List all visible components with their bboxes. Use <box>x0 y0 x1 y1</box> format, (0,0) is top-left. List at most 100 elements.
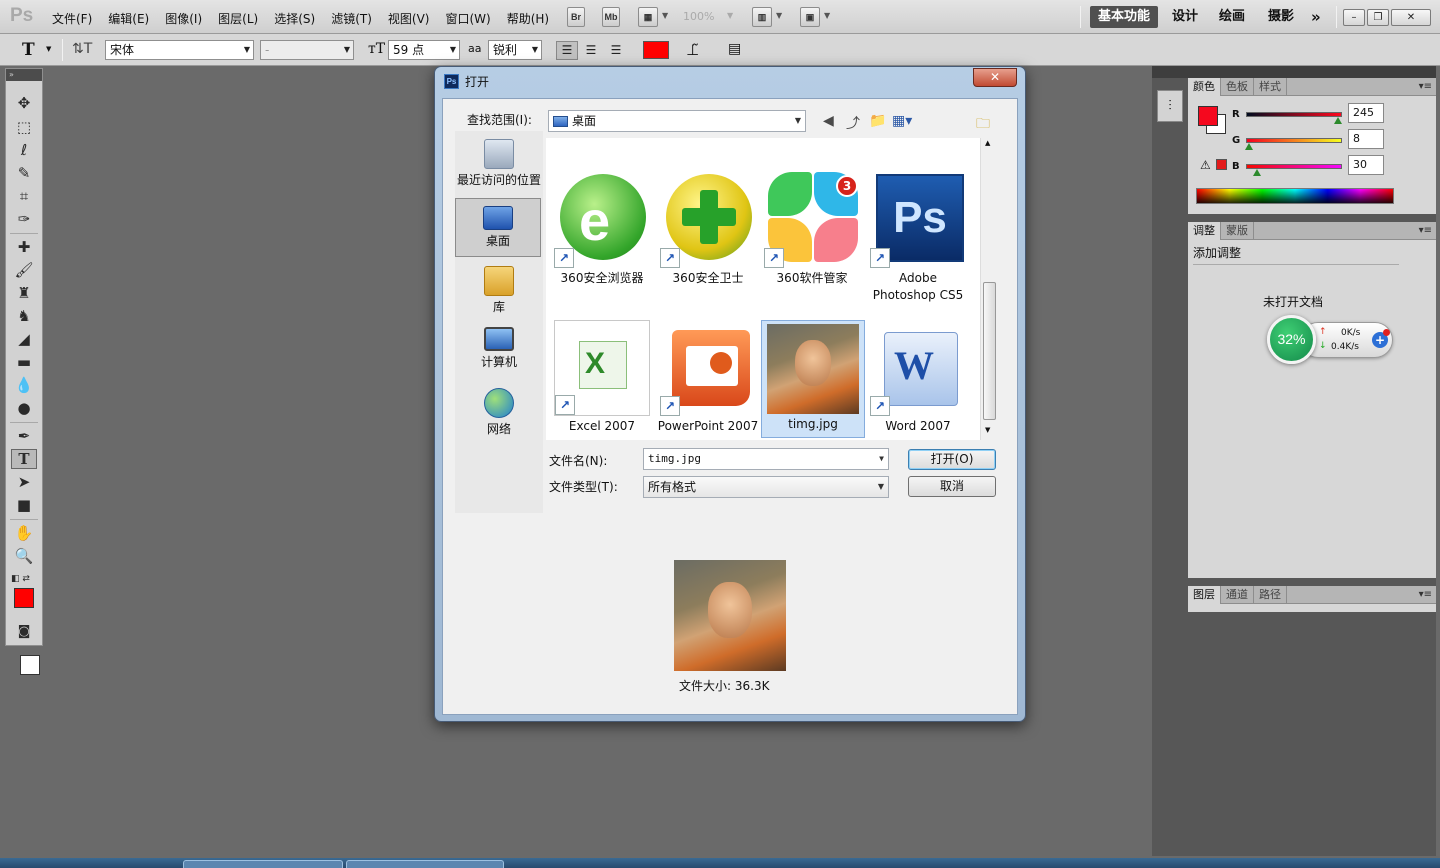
filename-input[interactable]: timg.jpg ▼ <box>643 448 889 470</box>
font-family-select[interactable]: 宋体 ▼ <box>105 40 254 60</box>
menu-filter[interactable]: 滤镜(T) <box>331 10 372 27</box>
default-colors-icon[interactable]: ◧ ⇄ <box>11 569 37 589</box>
workspace-essentials[interactable]: 基本功能 <box>1090 6 1159 28</box>
tab-masks[interactable]: 蒙版 <box>1221 222 1254 240</box>
menu-window[interactable]: 窗口(W) <box>445 10 490 27</box>
workspace-design[interactable]: 设计 <box>1172 6 1198 28</box>
background-color-swatch[interactable] <box>20 655 40 675</box>
panel-menu-icon[interactable]: ▾≡ <box>1419 586 1432 604</box>
arrange-documents-icon[interactable]: ▥ <box>752 7 772 27</box>
tab-paths[interactable]: 路径 <box>1254 586 1287 604</box>
tab-channels[interactable]: 通道 <box>1221 586 1254 604</box>
view-menu-icon[interactable]: ▦▾ <box>892 113 912 129</box>
chevron-down-icon[interactable]: ▼ <box>662 11 668 20</box>
zoom-level[interactable]: 100% <box>683 10 714 23</box>
out-of-gamut-warning-icon[interactable]: ⚠ <box>1200 158 1211 172</box>
green-slider-thumb[interactable] <box>1245 143 1253 150</box>
cancel-button[interactable]: 取消 <box>908 476 996 497</box>
toolbox-header[interactable]: » <box>6 69 42 81</box>
close-icon[interactable]: ✕ <box>1391 9 1431 26</box>
text-color-swatch[interactable] <box>643 41 669 59</box>
close-button[interactable]: ✕ <box>973 68 1017 87</box>
panel-dock-header[interactable] <box>1188 66 1436 78</box>
type-tool-icon[interactable]: T <box>22 40 35 60</box>
align-right-icon[interactable]: ☰ <box>605 41 627 60</box>
red-value-input[interactable]: 245 <box>1348 103 1384 123</box>
red-slider-thumb[interactable] <box>1334 117 1343 124</box>
brush-tool-icon[interactable]: 🖌 <box>11 260 37 280</box>
restore-icon[interactable]: ❐ <box>1367 9 1389 26</box>
file-item[interactable]: X ↗ Excel 2007 <box>550 320 654 435</box>
file-item[interactable]: ↗ PowerPoint 2007 <box>656 320 760 435</box>
panel-menu-icon[interactable]: ▾≡ <box>1419 222 1432 240</box>
warp-text-icon[interactable]: ⊥̃ <box>686 41 699 59</box>
more-workspaces-icon[interactable]: » <box>1311 6 1321 28</box>
green-value-input[interactable]: 8 <box>1348 129 1384 149</box>
bridge-folder-icon[interactable]: 🗀 <box>976 113 990 137</box>
minimize-icon[interactable]: – <box>1343 9 1365 26</box>
healing-brush-tool-icon[interactable]: ✚ <box>11 237 37 257</box>
scroll-up-icon[interactable]: ▲ <box>985 139 990 147</box>
text-orientation-icon[interactable]: ⇅T <box>72 41 92 57</box>
hand-tool-icon[interactable]: ✋ <box>11 523 37 543</box>
tab-styles[interactable]: 样式 <box>1254 78 1287 96</box>
tab-adjustments[interactable]: 调整 <box>1188 222 1221 240</box>
file-item[interactable]: e ↗ 360安全浏览器 <box>550 172 654 287</box>
foreground-color-swatch[interactable] <box>14 588 34 608</box>
font-size-select[interactable]: 59 点 ▼ <box>388 40 460 60</box>
file-item[interactable]: W ↗ Word 2007 <box>866 320 970 435</box>
pen-tool-icon[interactable]: ✒ <box>11 426 37 446</box>
gradient-tool-icon[interactable]: ▬ <box>11 352 37 372</box>
file-item[interactable]: timg.jpg <box>761 320 865 438</box>
chevron-down-icon[interactable]: ▼ <box>776 11 782 20</box>
history-brush-tool-icon[interactable]: ♞ <box>11 306 37 326</box>
lasso-tool-icon[interactable]: ℓ <box>11 140 37 160</box>
file-item[interactable]: Ps ↗ Adobe Photoshop CS5 <box>866 172 970 304</box>
type-tool-icon[interactable]: T <box>11 449 37 469</box>
color-foreground-swatch[interactable] <box>1198 106 1218 126</box>
place-desktop[interactable]: 桌面 <box>455 198 541 257</box>
place-network[interactable]: 网络 <box>456 388 542 437</box>
scroll-down-icon[interactable]: ▼ <box>985 426 990 434</box>
blur-tool-icon[interactable]: 💧 <box>11 375 37 395</box>
path-selection-tool-icon[interactable]: ➤ <box>11 472 37 492</box>
tab-color[interactable]: 颜色 <box>1188 78 1221 96</box>
taskbar-item[interactable] <box>183 860 343 868</box>
tab-layers[interactable]: 图层 <box>1188 586 1221 604</box>
align-center-icon[interactable]: ☰ <box>580 41 602 60</box>
menu-file[interactable]: 文件(F) <box>52 10 92 27</box>
menu-edit[interactable]: 编辑(E) <box>108 10 149 27</box>
workspace-painting[interactable]: 绘画 <box>1219 6 1245 28</box>
character-panel-icon[interactable]: ▤ <box>728 41 741 57</box>
menu-help[interactable]: 帮助(H) <box>507 10 549 27</box>
menu-image[interactable]: 图像(I) <box>165 10 202 27</box>
up-folder-icon[interactable]: ⤴ <box>846 113 860 133</box>
place-computer[interactable]: 计算机 <box>456 327 542 370</box>
place-library[interactable]: 库 <box>456 266 542 315</box>
red-slider[interactable] <box>1246 112 1342 117</box>
font-style-select[interactable]: - ▼ <box>260 40 354 60</box>
eraser-tool-icon[interactable]: ◢ <box>11 329 37 349</box>
file-item[interactable]: ↗ 360安全卫士 <box>656 172 760 287</box>
blue-value-input[interactable]: 30 <box>1348 155 1384 175</box>
menu-layer[interactable]: 图层(L) <box>218 10 258 27</box>
dodge-tool-icon[interactable]: ● <box>11 398 37 418</box>
gamut-color-swatch[interactable] <box>1216 159 1227 170</box>
color-spectrum-ramp[interactable] <box>1196 188 1394 204</box>
marquee-tool-icon[interactable]: ⬚ <box>11 117 37 137</box>
file-list-scrollbar[interactable]: ▲ ▼ <box>980 138 997 440</box>
zoom-tool-icon[interactable]: 🔍 <box>11 546 37 566</box>
chevron-down-icon[interactable]: ▼ <box>824 11 830 20</box>
align-left-icon[interactable]: ☰ <box>556 41 578 60</box>
strip-header[interactable] <box>1152 66 1188 78</box>
back-icon[interactable]: ◀ <box>823 113 834 129</box>
quick-select-tool-icon[interactable]: ✎ <box>11 163 37 183</box>
blue-slider-thumb[interactable] <box>1253 169 1262 176</box>
history-panel-icon[interactable]: ⫶ <box>1157 90 1183 122</box>
tab-swatches[interactable]: 色板 <box>1221 78 1254 96</box>
crop-tool-icon[interactable]: ⌗ <box>11 186 37 206</box>
antialias-select[interactable]: 锐利 ▼ <box>488 40 542 60</box>
eyedropper-tool-icon[interactable]: ✑ <box>11 209 37 229</box>
file-item[interactable]: 3 ↗ 360软件管家 <box>760 172 864 287</box>
panel-menu-icon[interactable]: ▾≡ <box>1419 78 1432 96</box>
